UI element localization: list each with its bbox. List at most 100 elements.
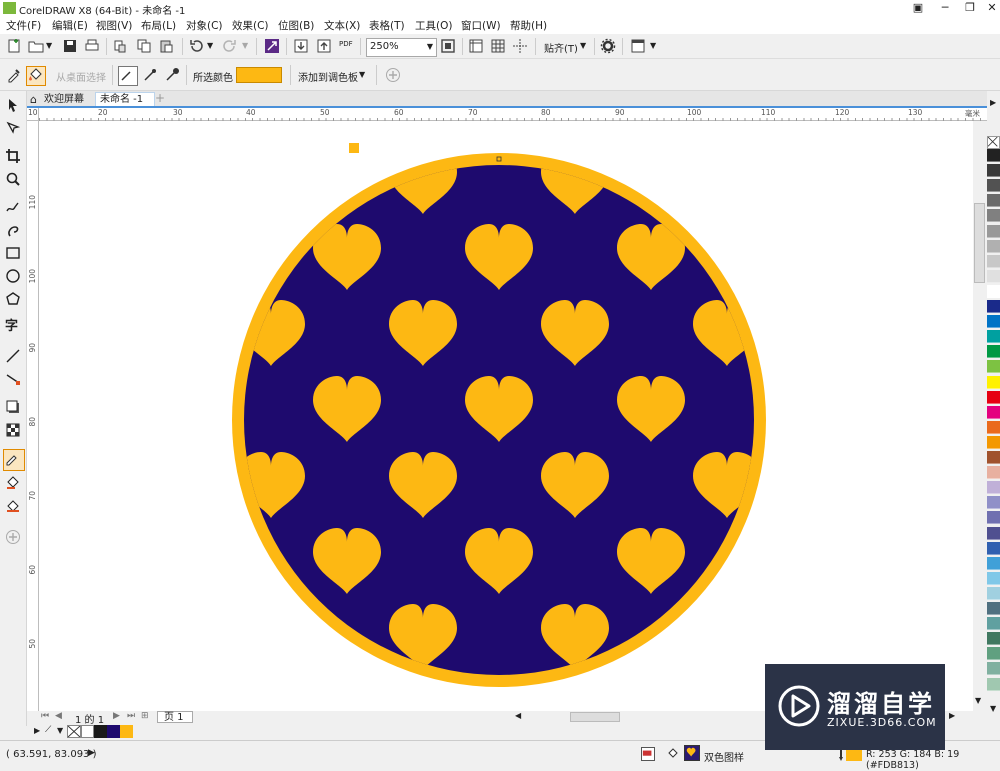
vertical-ruler[interactable]: 110 100 90 80 70 60 50	[27, 121, 39, 711]
drop-shadow-tool-icon[interactable]	[5, 399, 21, 415]
publish-pdf-icon[interactable]: PDF	[339, 40, 353, 48]
last-page-icon[interactable]: ⏭	[127, 711, 135, 721]
menu-text[interactable]: 文本(X)	[324, 18, 360, 33]
prev-page-icon[interactable]: ◀	[55, 711, 62, 721]
add-property-plus-icon[interactable]	[385, 67, 401, 83]
sample-5x5-icon[interactable]	[164, 67, 180, 83]
vertical-scrollbar[interactable]: ▼	[973, 121, 987, 711]
add-page-icon[interactable]: ⊞	[141, 711, 149, 721]
show-guidelines-icon[interactable]	[512, 38, 528, 54]
palette-swatch[interactable]	[987, 284, 1000, 298]
open-folder-icon[interactable]	[28, 38, 44, 54]
palette-swatch[interactable]	[987, 571, 1000, 585]
docpal-navy-swatch[interactable]	[107, 725, 120, 738]
redo-dropdown-icon[interactable]: ▼	[242, 41, 248, 50]
palette-swatch[interactable]	[987, 451, 1000, 464]
menu-table[interactable]: 表格(T)	[369, 18, 405, 33]
palette-swatch[interactable]	[987, 511, 1000, 525]
palette-swatch[interactable]	[987, 269, 1000, 283]
palette-swatch[interactable]	[987, 466, 1000, 480]
palette-swatch[interactable]	[987, 209, 1000, 223]
palette-swatch[interactable]	[987, 435, 1000, 449]
zoom-dropdown-icon[interactable]: ▼	[427, 39, 433, 54]
palette-swatch[interactable]	[987, 330, 1000, 344]
palette-swatch[interactable]	[987, 164, 1000, 178]
palette-swatch[interactable]	[987, 345, 1000, 359]
menu-tools[interactable]: 工具(O)	[415, 18, 452, 33]
menu-layout[interactable]: 布局(L)	[141, 18, 176, 33]
docpal-no-color[interactable]	[67, 725, 81, 738]
horizontal-ruler[interactable]: 10 20 30 40 50 60 70 80 90 100 110 120 1…	[28, 108, 987, 121]
menu-window[interactable]: 窗口(W)	[461, 18, 501, 33]
palette-swatch[interactable]	[987, 179, 1000, 193]
zoom-tool-icon[interactable]	[5, 171, 21, 187]
menu-view[interactable]: 视图(V)	[96, 18, 132, 33]
palette-swatch[interactable]	[987, 496, 1000, 510]
ellipse-tool-icon[interactable]	[5, 268, 21, 284]
snap-dropdown-icon[interactable]: ▼	[580, 41, 586, 50]
print-icon[interactable]	[84, 38, 100, 54]
import-icon[interactable]	[293, 38, 309, 54]
interactive-fill-tool-icon[interactable]	[5, 475, 21, 491]
redo-icon[interactable]	[222, 38, 238, 54]
undo-dropdown-icon[interactable]: ▼	[207, 41, 213, 50]
menu-effects[interactable]: 效果(C)	[232, 18, 269, 33]
new-document-icon[interactable]	[6, 38, 22, 54]
text-tool-icon[interactable]: 字	[5, 319, 21, 335]
palette-swatch[interactable]	[987, 239, 1000, 253]
palette-scroll-down-icon[interactable]: ▼	[990, 704, 996, 713]
palette-swatch[interactable]	[987, 647, 1000, 661]
palette-swatch[interactable]	[987, 390, 1000, 404]
first-page-icon[interactable]: ⏮	[41, 711, 49, 721]
palette-scroll-up-icon[interactable]: ▶	[990, 98, 996, 107]
palette-swatch[interactable]	[987, 194, 1000, 208]
docpal-menu-icon[interactable]: ▶	[34, 726, 40, 735]
palette-swatch[interactable]	[987, 254, 1000, 268]
apply-color-bucket-icon[interactable]	[26, 66, 46, 86]
export-icon[interactable]	[316, 38, 332, 54]
palette-swatch[interactable]	[987, 662, 1000, 676]
close-button[interactable]: ✕	[979, 0, 1000, 17]
docpal-dropdown-icon[interactable]: ▼	[57, 726, 63, 735]
palette-swatch[interactable]	[987, 420, 1000, 434]
parallel-dimension-tool-icon[interactable]	[5, 348, 21, 364]
scroll-left-arrow-icon[interactable]: ◀	[515, 711, 521, 720]
full-screen-preview-icon[interactable]	[440, 38, 456, 54]
copy-icon[interactable]	[136, 38, 152, 54]
scroll-down-arrow-icon[interactable]: ▼	[975, 696, 981, 705]
palette-swatch[interactable]	[987, 405, 1000, 419]
palette-swatch[interactable]	[987, 224, 1000, 238]
launcher-dropdown-icon[interactable]: ▼	[650, 41, 656, 50]
menu-edit[interactable]: 编辑(E)	[52, 18, 88, 33]
docpal-black-swatch[interactable]	[94, 725, 107, 738]
palette-swatch[interactable]	[987, 315, 1000, 329]
palette-swatch[interactable]	[987, 300, 1000, 313]
palette-swatch[interactable]	[987, 617, 1000, 631]
eyedropper-mode-icon[interactable]	[6, 67, 22, 83]
menu-help[interactable]: 帮助(H)	[510, 18, 547, 33]
palette-swatch[interactable]	[987, 602, 1000, 615]
palette-swatch[interactable]	[987, 375, 1000, 389]
color-eyedropper-tool-icon[interactable]	[3, 449, 25, 471]
save-icon[interactable]	[62, 38, 78, 54]
shape-tool-icon[interactable]	[5, 120, 21, 136]
drawing-canvas[interactable]	[39, 121, 973, 711]
menu-object[interactable]: 对象(C)	[186, 18, 223, 33]
menu-bitmaps[interactable]: 位图(B)	[278, 18, 314, 33]
minimize-button[interactable]: ─	[932, 0, 958, 17]
palette-swatch[interactable]	[987, 677, 1000, 691]
no-color-swatch[interactable]	[987, 136, 1000, 149]
docpal-white-swatch[interactable]	[81, 725, 94, 738]
color-proof-icon[interactable]	[641, 747, 655, 761]
zoom-level-combo[interactable]: 250% ▼	[366, 38, 437, 57]
add-to-palette-button[interactable]: 添加到调色板	[298, 69, 358, 84]
sample-2x2-icon[interactable]	[142, 67, 158, 83]
help-window-button[interactable]: ▣	[905, 0, 931, 17]
palette-swatch[interactable]	[987, 541, 1000, 555]
selected-color-swatch[interactable]	[236, 67, 282, 83]
horizontal-scroll-thumb[interactable]	[570, 712, 620, 722]
add-to-palette-dropdown-icon[interactable]: ▼	[359, 70, 365, 79]
snap-to-menu[interactable]: 贴齐(T)	[544, 40, 578, 55]
tab-welcome-screen[interactable]: ⌂ 欢迎屏幕	[27, 92, 95, 107]
customize-toolbox-plus-icon[interactable]	[5, 529, 21, 545]
